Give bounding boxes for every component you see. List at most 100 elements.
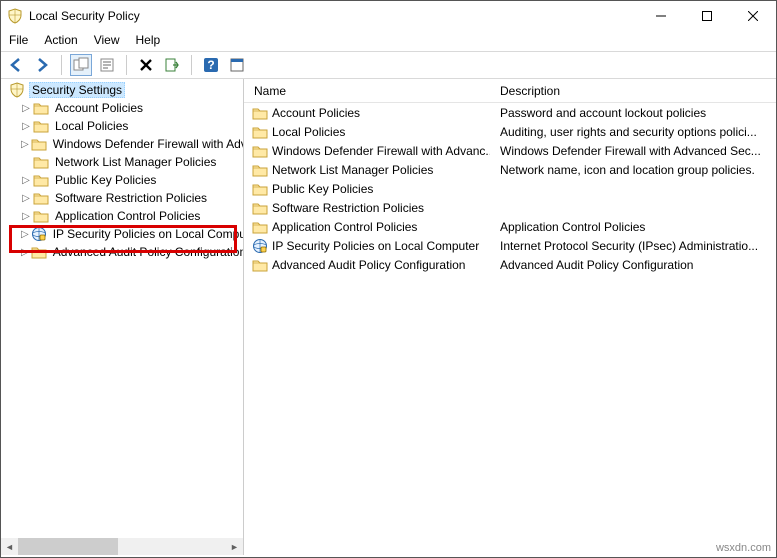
- help-button[interactable]: [200, 54, 222, 76]
- tree-item-label: Windows Defender Firewall with Adva: [51, 137, 244, 151]
- menu-help[interactable]: Help: [136, 33, 161, 47]
- menubar: File Action View Help: [1, 31, 776, 51]
- folder-icon: [33, 154, 49, 170]
- folder-icon: [252, 143, 268, 159]
- ipsec-icon: [31, 226, 47, 242]
- shield-icon: [9, 82, 25, 98]
- minimize-button[interactable]: [638, 1, 684, 31]
- expand-arrow-icon[interactable]: ▷: [21, 139, 29, 150]
- folder-icon: [33, 190, 49, 206]
- menu-action[interactable]: Action: [44, 33, 77, 47]
- expand-arrow-icon[interactable]: ▷: [21, 175, 31, 186]
- expand-arrow-icon[interactable]: ▷: [21, 121, 31, 132]
- menu-file[interactable]: File: [9, 33, 28, 47]
- expand-arrow-icon[interactable]: ▷: [21, 193, 31, 204]
- list-item-description: Network name, icon and location group po…: [490, 163, 776, 177]
- expand-arrow-icon[interactable]: ▷: [21, 211, 31, 222]
- list-item-description: Internet Protocol Security (IPsec) Admin…: [490, 239, 776, 253]
- tree-item[interactable]: ▷ Public Key Policies: [3, 171, 243, 189]
- watermark: wsxdn.com: [716, 542, 771, 554]
- tree-item[interactable]: ▷Local Policies: [3, 117, 243, 135]
- folder-icon: [252, 162, 268, 178]
- delete-button[interactable]: [135, 54, 157, 76]
- ipsec-icon: [252, 238, 268, 254]
- list-row[interactable]: Network List Manager Policies Network nam…: [244, 160, 776, 179]
- tree-item[interactable]: Network List Manager Policies: [3, 153, 243, 171]
- list-item-name: IP Security Policies on Local Computer: [272, 239, 479, 253]
- list-row[interactable]: Local Policies Auditing, user rights and …: [244, 122, 776, 141]
- properties-button[interactable]: [96, 54, 118, 76]
- scroll-right-button[interactable]: ►: [226, 538, 243, 555]
- tree-item-label: Advanced Audit Policy Configuration: [51, 245, 244, 259]
- list-item-name: Windows Defender Firewall with Advanc...: [272, 144, 490, 158]
- list-row[interactable]: Account Policies Password and account loc…: [244, 103, 776, 122]
- tree-item[interactable]: ▷ IP Security Policies on Local Compute: [3, 225, 243, 243]
- folder-icon: [252, 257, 268, 273]
- tree-root-label: Security Settings: [29, 82, 125, 98]
- folder-icon: [252, 124, 268, 140]
- maximize-button[interactable]: [684, 1, 730, 31]
- window-button[interactable]: [226, 54, 248, 76]
- forward-button[interactable]: [31, 54, 53, 76]
- list-item-name: Account Policies: [272, 106, 360, 120]
- expand-arrow-icon[interactable]: ▷: [21, 103, 31, 114]
- expand-arrow-icon[interactable]: ▷: [21, 247, 29, 258]
- list-row[interactable]: IP Security Policies on Local Computer In…: [244, 236, 776, 255]
- tree-item[interactable]: ▷ Account Policies: [3, 99, 243, 117]
- list-item-description: Application Control Policies: [490, 220, 776, 234]
- folder-icon: [33, 118, 49, 134]
- tree-root[interactable]: Security Settings: [3, 81, 243, 99]
- list-row[interactable]: Public Key Policies: [244, 179, 776, 198]
- list-row[interactable]: Windows Defender Firewall with Advanc...…: [244, 141, 776, 160]
- tree-item-label: Public Key Policies: [53, 173, 158, 187]
- list-item-description: Windows Defender Firewall with Advanced …: [490, 144, 776, 158]
- app-icon: [7, 8, 23, 24]
- scroll-thumb[interactable]: [18, 538, 118, 555]
- list-item-name: Software Restriction Policies: [272, 201, 424, 215]
- folder-icon: [252, 105, 268, 121]
- show-hide-tree-button[interactable]: [70, 54, 92, 76]
- toolbar: [1, 51, 776, 79]
- list-item-name: Network List Manager Policies: [272, 163, 433, 177]
- list-item-name: Public Key Policies: [272, 182, 373, 196]
- folder-icon: [31, 136, 47, 152]
- separator: [191, 55, 192, 75]
- list-item-description: Auditing, user rights and security optio…: [490, 125, 776, 139]
- tree-pane: Security Settings ▷ Account Policies ▷Loca…: [1, 79, 244, 555]
- tree-item[interactable]: ▷ Windows Defender Firewall with Adva: [3, 135, 243, 153]
- tree-item-label: Software Restriction Policies: [53, 191, 209, 205]
- close-button[interactable]: [730, 1, 776, 31]
- list-item-name: Advanced Audit Policy Configuration: [272, 258, 465, 272]
- tree-item[interactable]: ▷ Advanced Audit Policy Configuration: [3, 243, 243, 261]
- list-pane: Name Description Account Policies Passwor…: [244, 79, 776, 555]
- folder-icon: [33, 208, 49, 224]
- separator: [61, 55, 62, 75]
- tree-item-label: Application Control Policies: [53, 209, 202, 223]
- folder-icon: [31, 244, 47, 260]
- list-item-description: Advanced Audit Policy Configuration: [490, 258, 776, 272]
- scroll-left-button[interactable]: ◄: [1, 538, 18, 555]
- separator: [126, 55, 127, 75]
- list-row[interactable]: Advanced Audit Policy Configuration Advan…: [244, 255, 776, 274]
- folder-icon: [33, 100, 49, 116]
- folder-icon: [252, 219, 268, 235]
- list-header: Name Description: [244, 79, 776, 103]
- list-item-description: Password and account lockout policies: [490, 106, 776, 120]
- column-header-description[interactable]: Description: [490, 84, 776, 98]
- folder-icon: [252, 200, 268, 216]
- menu-view[interactable]: View: [94, 33, 120, 47]
- tree-item[interactable]: ▷ Application Control Policies: [3, 207, 243, 225]
- tree-item-label: IP Security Policies on Local Compute: [51, 227, 244, 241]
- list-item-name: Local Policies: [272, 125, 345, 139]
- tree-item-label: Account Policies: [53, 101, 145, 115]
- expand-arrow-icon[interactable]: ▷: [21, 229, 29, 240]
- list-row[interactable]: Application Control Policies Application …: [244, 217, 776, 236]
- horizontal-scrollbar[interactable]: ◄ ►: [1, 538, 243, 555]
- titlebar: Local Security Policy: [1, 1, 776, 31]
- tree-item[interactable]: ▷ Software Restriction Policies: [3, 189, 243, 207]
- export-button[interactable]: [161, 54, 183, 76]
- list-row[interactable]: Software Restriction Policies: [244, 198, 776, 217]
- column-header-name[interactable]: Name: [244, 84, 490, 98]
- list-item-name: Application Control Policies: [272, 220, 417, 234]
- back-button[interactable]: [5, 54, 27, 76]
